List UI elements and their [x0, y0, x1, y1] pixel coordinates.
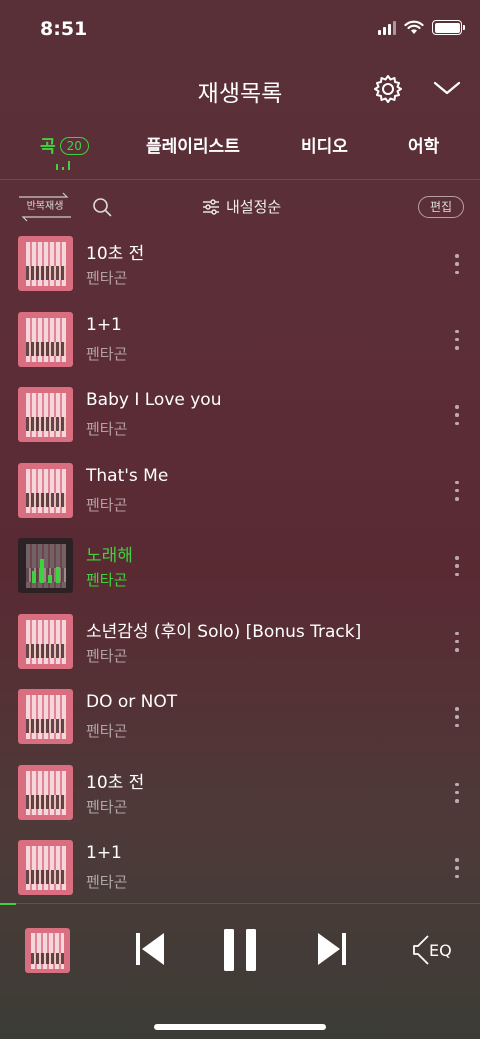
playback-progress-bar[interactable] — [0, 903, 16, 905]
more-options-icon[interactable] — [453, 858, 461, 878]
song-count-badge: 20 — [59, 137, 89, 155]
status-time: 8:51 — [40, 18, 88, 40]
chevron-down-icon[interactable] — [432, 76, 462, 100]
song-title: 노래해 — [86, 546, 133, 566]
song-row[interactable]: DO or NOT 펜타곤 — [0, 683, 480, 759]
album-art — [18, 840, 73, 895]
status-bar: 8:51 — [0, 0, 480, 56]
home-indicator[interactable] — [154, 1024, 326, 1030]
more-options-icon[interactable] — [453, 254, 461, 274]
album-art — [18, 462, 73, 518]
eq-button[interactable]: EQ — [412, 934, 458, 966]
header: 재생목록 — [0, 64, 480, 112]
gear-icon[interactable] — [372, 73, 404, 105]
song-title: 1+1 — [86, 843, 122, 863]
song-artist: 펜타곤 — [86, 495, 128, 514]
sort-button[interactable]: 내설정순 — [202, 196, 281, 217]
more-options-icon[interactable] — [453, 556, 461, 576]
status-icons — [378, 20, 465, 35]
repeat-label: 반복재생 — [26, 201, 64, 212]
more-options-icon[interactable] — [453, 329, 461, 350]
song-row[interactable]: 소년감성 (후이 Solo) [Bonus Track] 펜타곤 — [0, 608, 480, 684]
tab-videos[interactable]: 비디오 — [301, 132, 348, 157]
song-artist: 펜타곤 — [86, 646, 128, 665]
song-title: 10초 전 — [86, 244, 145, 264]
now-playing-equalizer-icon — [32, 553, 60, 583]
song-artist: 펜타곤 — [86, 873, 128, 891]
song-artist: 펜타곤 — [86, 722, 128, 740]
album-art — [18, 311, 73, 367]
more-options-icon[interactable] — [453, 405, 461, 425]
mini-player: EQ — [0, 903, 480, 1039]
song-title: Baby I Love you — [86, 390, 222, 410]
list-toolbar: 반복재생 내설정순 편집 — [0, 186, 480, 230]
album-art — [18, 613, 73, 669]
album-art — [18, 538, 73, 593]
song-row[interactable]: 1+1 펜타곤 — [0, 306, 480, 382]
song-title: DO or NOT — [86, 692, 178, 712]
song-row[interactable]: That's Me 펜타곤 — [0, 457, 480, 533]
song-row[interactable]: Baby I Love you 펜타곤 — [0, 381, 480, 457]
more-options-icon[interactable] — [453, 631, 461, 652]
tab-songs[interactable]: 곡 20 — [40, 132, 89, 157]
album-art — [18, 387, 73, 442]
album-art — [18, 689, 73, 744]
song-row-now-playing[interactable]: 노래해 펜타곤 — [0, 532, 480, 608]
now-playing-album-art[interactable] — [25, 928, 70, 973]
more-options-icon[interactable] — [453, 782, 461, 803]
eq-label: EQ — [429, 941, 452, 960]
cellular-signal-icon — [378, 20, 396, 35]
song-artist: 펜타곤 — [86, 344, 128, 363]
page-title: 재생목록 — [197, 81, 283, 107]
battery-icon — [432, 20, 465, 35]
next-track-icon[interactable] — [316, 930, 348, 968]
tab-bar: 곡 20 플레이리스트 비디오 어학 — [0, 126, 480, 180]
edit-button[interactable]: 편집 — [418, 196, 464, 218]
sort-filter-icon — [203, 198, 219, 215]
song-artist: 펜타곤 — [86, 797, 128, 816]
search-icon[interactable] — [92, 197, 112, 217]
tab-language[interactable]: 어학 — [408, 132, 439, 157]
song-title: That's Me — [86, 465, 169, 486]
repeat-button[interactable]: 반복재생 — [17, 191, 73, 223]
song-artist: 펜타곤 — [86, 420, 128, 438]
tab-songs-label: 곡 — [40, 137, 56, 157]
pause-icon[interactable] — [222, 928, 258, 972]
song-artist: 펜타곤 — [86, 571, 128, 589]
song-row[interactable]: 10초 전 펜타곤 — [0, 230, 480, 306]
more-options-icon[interactable] — [453, 707, 461, 727]
sort-label: 내설정순 — [226, 198, 282, 216]
song-title: 소년감성 (후이 Solo) [Bonus Track] — [86, 621, 362, 642]
more-options-icon[interactable] — [453, 480, 461, 501]
song-artist: 펜타곤 — [86, 269, 128, 287]
playing-equalizer-icon — [56, 160, 70, 170]
album-art — [18, 236, 73, 291]
wifi-icon — [404, 20, 424, 34]
song-title: 10초 전 — [86, 772, 145, 793]
previous-track-icon[interactable] — [134, 930, 166, 968]
song-title: 1+1 — [86, 314, 122, 335]
song-row[interactable]: 10초 전 펜타곤 — [0, 759, 480, 835]
song-row[interactable]: 1+1 펜타곤 — [0, 834, 480, 898]
album-art — [18, 764, 73, 820]
tab-playlists[interactable]: 플레이리스트 — [146, 132, 240, 157]
song-list[interactable]: 10초 전 펜타곤 1+1 펜타곤 Baby I Love you 펜타곤 Th… — [0, 230, 480, 898]
